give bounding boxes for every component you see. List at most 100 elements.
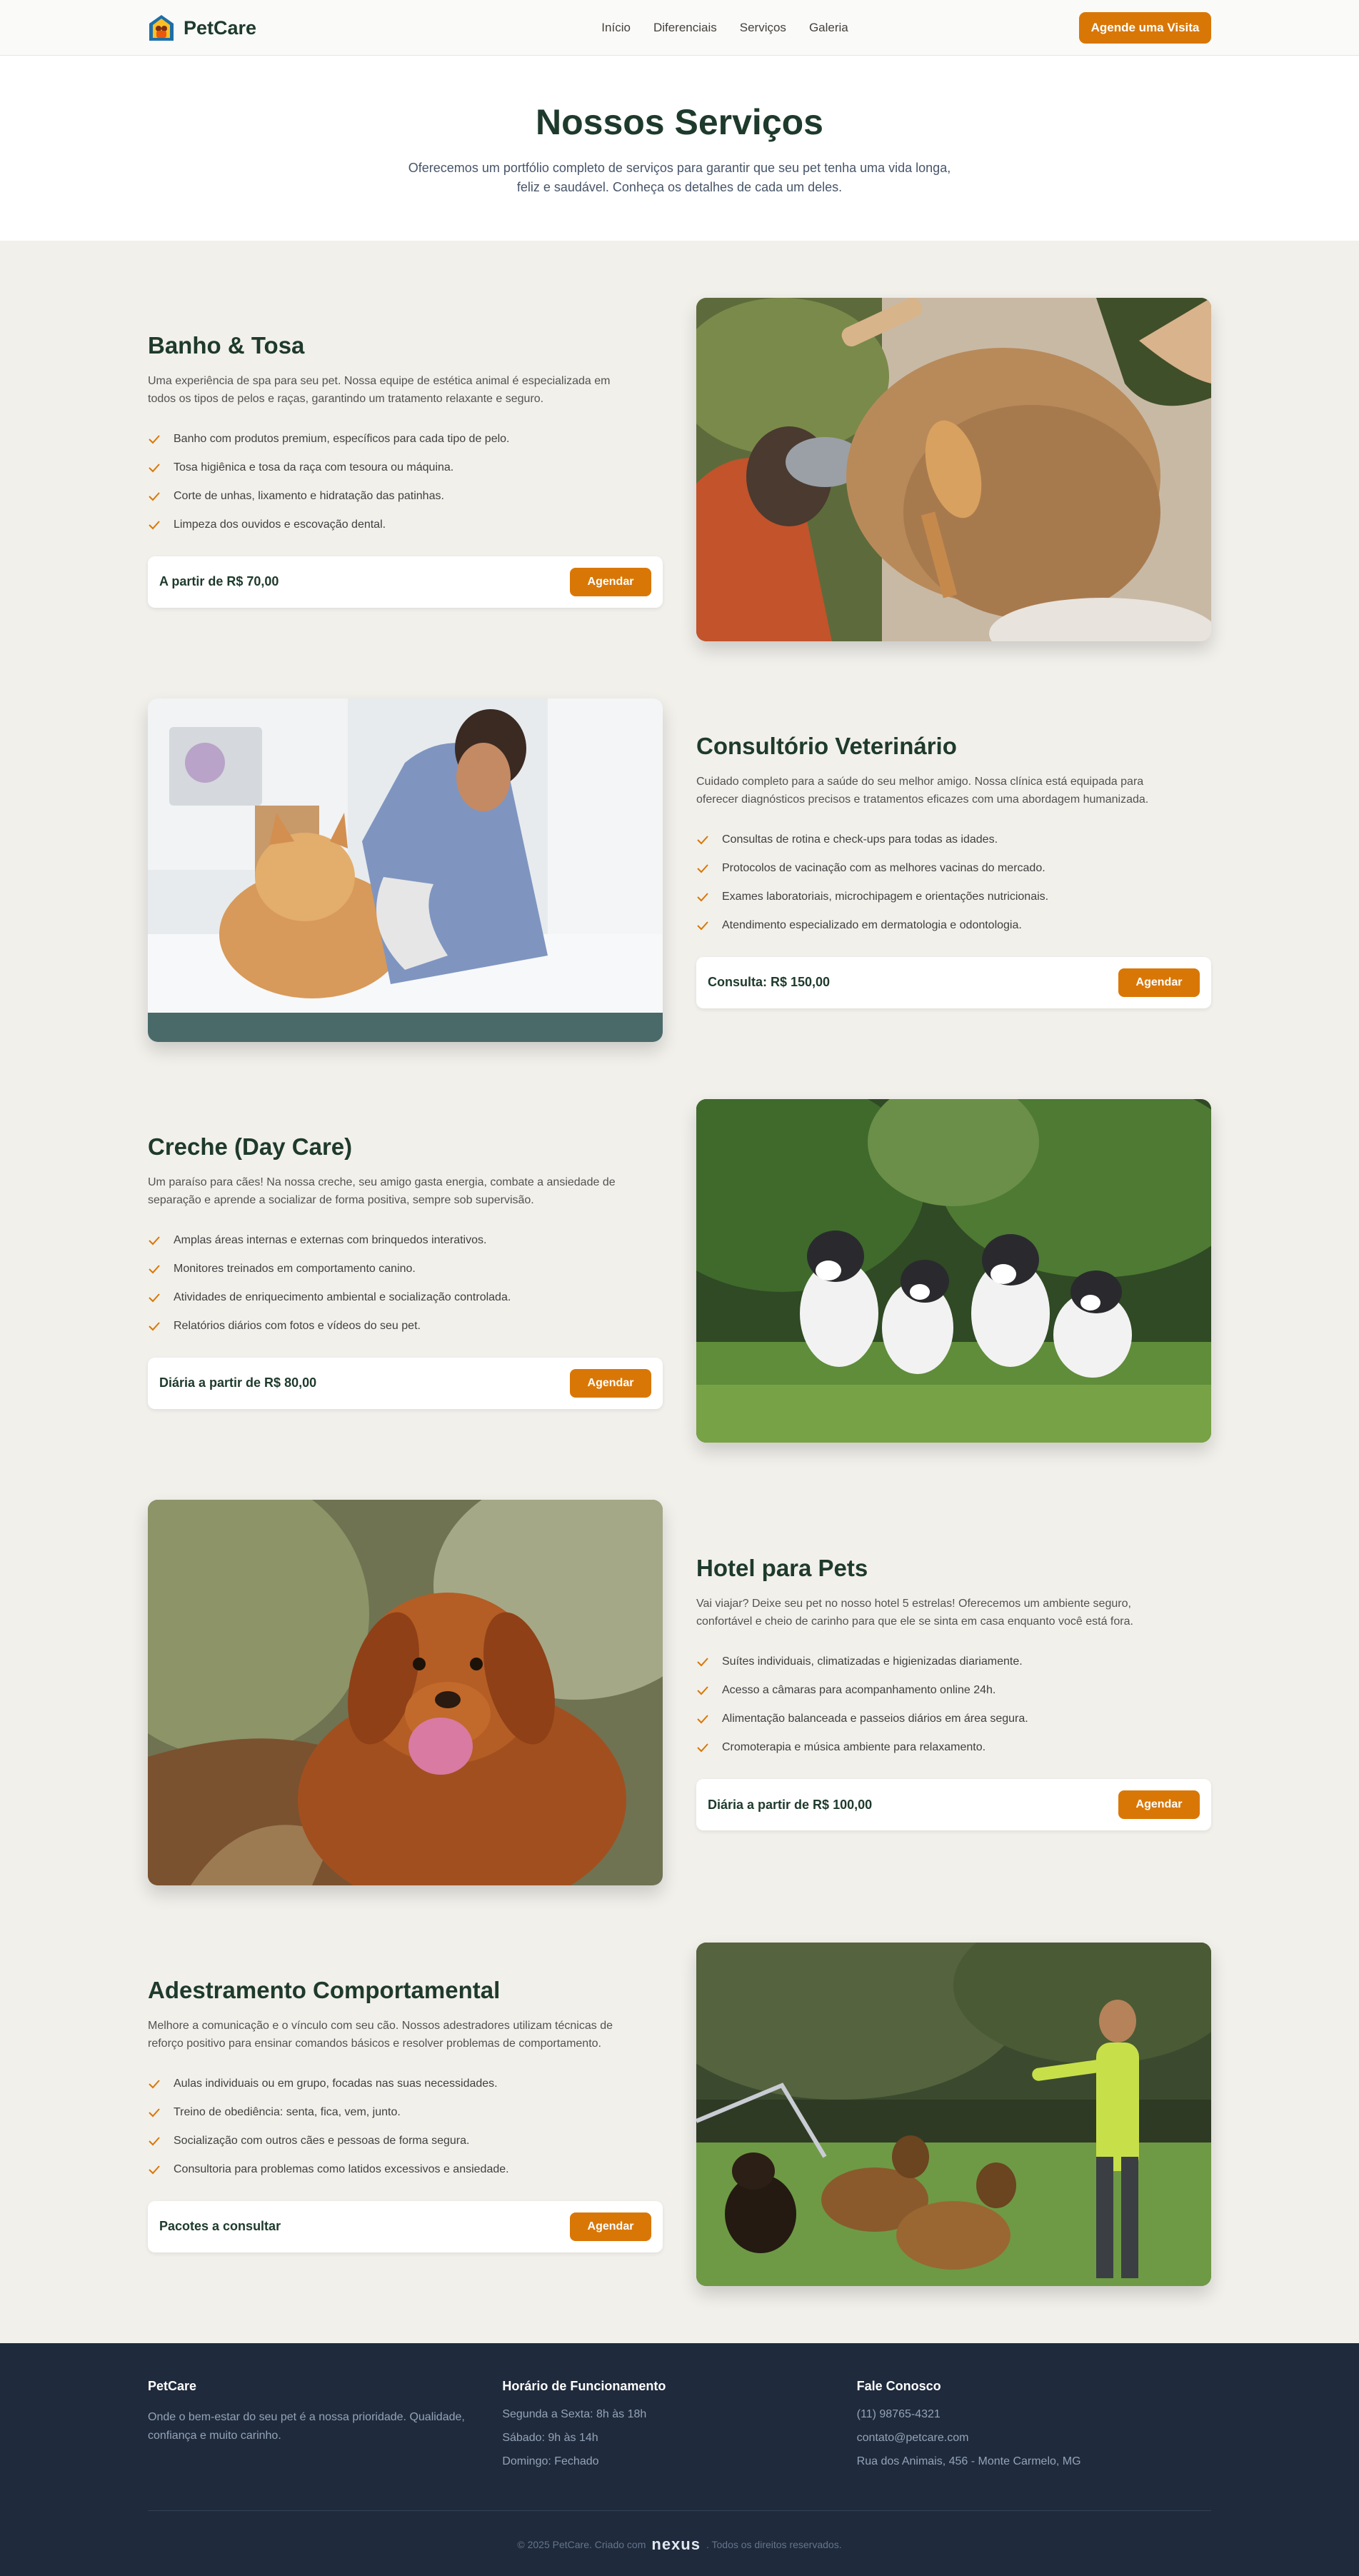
petcare-logo-icon [149, 15, 174, 41]
feature-item: Alimentação balanceada e passeios diário… [696, 1705, 1211, 1733]
footer-hours-title: Horário de Funcionamento [502, 2379, 666, 2393]
price-card: Diária a partir de R$ 100,00 Agendar [696, 1779, 1211, 1830]
feature-item: Consultoria para problemas como latidos … [148, 2155, 663, 2184]
footer-copyright: © 2025 PetCare. Criado com nexus . Todos… [148, 2510, 1211, 2554]
service-title: Creche (Day Care) [148, 1133, 353, 1160]
feature-item: Tosa higiênica e tosa da raça com tesour… [148, 453, 663, 482]
service-price: A partir de R$ 70,00 [159, 574, 279, 588]
check-icon [149, 2079, 160, 2088]
nav-diferenciais[interactable]: Diferenciais [653, 21, 717, 35]
service-hotel: Hotel para Pets Vai viajar? Deixe seu pe… [148, 1500, 1211, 1885]
service-title: Hotel para Pets [696, 1555, 868, 1581]
service-price: Diária a partir de R$ 100,00 [708, 1797, 873, 1812]
service-description: Uma experiência de spa para seu pet. Nos… [148, 374, 611, 405]
book-button[interactable]: Agendar [570, 2212, 651, 2241]
check-icon [149, 2136, 160, 2145]
service-text: Banho & Tosa Uma experiência de spa para… [148, 332, 663, 608]
service-consultorio-veterinario: Consultório Veterinário Cuidado completo… [148, 698, 1211, 1042]
check-icon [697, 1686, 708, 1695]
check-icon [149, 1264, 160, 1273]
nexus-logo[interactable]: nexus [651, 2535, 701, 2554]
feature-item: Limpeza dos ouvidos e escovação dental. [148, 511, 663, 539]
service-text: Hotel para Pets Vai viajar? Deixe seu pe… [696, 1555, 1211, 1830]
nav-galeria[interactable]: Galeria [809, 21, 848, 35]
feature-item: Exames laboratoriais, microchipagem e or… [696, 883, 1211, 911]
book-button[interactable]: Agendar [1118, 968, 1200, 997]
hours-sunday: Domingo: Fechado [502, 2455, 599, 2467]
service-image-training [696, 1943, 1211, 2286]
feature-item: Atividades de enriquecimento ambiental e… [148, 1283, 663, 1312]
service-feature-list: Suítes individuais, climatizadas e higie… [696, 1648, 1211, 1762]
footer-hours: Horário de Funcionamento Segunda a Sexta… [502, 2379, 856, 2479]
main-nav: Início Diferenciais Serviços Galeria [601, 21, 848, 35]
service-feature-list: Aulas individuais ou em grupo, focadas n… [148, 2070, 663, 2184]
page-subtitle: Oferecemos um portfólio completo de serv… [408, 161, 951, 194]
feature-item: Protocolos de vacinação com as melhores … [696, 854, 1211, 883]
check-icon [697, 921, 708, 930]
feature-item: Consultas de rotina e check-ups para tod… [696, 826, 1211, 854]
check-icon [149, 463, 160, 472]
footer-brand: PetCare [148, 2379, 197, 2393]
feature-item: Cromoterapia e música ambiente para rela… [696, 1733, 1211, 1762]
footer-about: PetCare Onde o bem-estar do seu pet é a … [148, 2379, 502, 2479]
check-icon [697, 835, 708, 844]
feature-item: Treino de obediência: senta, fica, vem, … [148, 2098, 663, 2127]
service-creche: Creche (Day Care) Um paraíso para cães! … [148, 1099, 1211, 1443]
nav-servicos[interactable]: Serviços [740, 21, 786, 35]
check-icon [697, 1743, 708, 1753]
price-card: Pacotes a consultar Agendar [148, 2200, 663, 2252]
brand-name: PetCare [184, 16, 257, 39]
contact-phone[interactable]: (11) 98765-4321 [857, 2408, 1211, 2432]
service-image-grooming [696, 298, 1211, 641]
check-icon [697, 1715, 708, 1724]
service-description: Vai viajar? Deixe seu pet no nosso hotel… [696, 1598, 1133, 1628]
feature-item: Socialização com outros cães e pessoas d… [148, 2127, 663, 2155]
copyright-prefix: © 2025 PetCare. Criado com [517, 2539, 646, 2550]
service-feature-list: Consultas de rotina e check-ups para tod… [696, 826, 1211, 940]
feature-item: Acesso a câmaras para acompanhamento onl… [696, 1676, 1211, 1705]
service-image-daycare [696, 1099, 1211, 1443]
check-icon [149, 491, 160, 501]
feature-item: Aulas individuais ou em grupo, focadas n… [148, 2070, 663, 2098]
service-description: Melhore a comunicação e o vínculo com se… [148, 2019, 613, 2050]
service-text: Consultório Veterinário Cuidado completo… [696, 733, 1211, 1008]
site-header: PetCare Início Diferenciais Serviços Gal… [0, 0, 1359, 56]
footer-contact: Fale Conosco (11) 98765-4321 contato@pet… [857, 2379, 1211, 2479]
copyright-suffix: . Todos os direitos reservados. [706, 2539, 842, 2550]
check-icon [149, 1293, 160, 1302]
check-icon [149, 1236, 160, 1245]
feature-item: Amplas áreas internas e externas com bri… [148, 1226, 663, 1255]
service-text: Creche (Day Care) Um paraíso para cães! … [148, 1133, 663, 1409]
site-footer: PetCare Onde o bem-estar do seu pet é a … [0, 2343, 1359, 2576]
check-icon [149, 2108, 160, 2117]
feature-item: Monitores treinados em comportamento can… [148, 1255, 663, 1283]
schedule-visit-button[interactable]: Agende uma Visita [1078, 12, 1211, 44]
service-description: Cuidado completo para a saúde do seu mel… [696, 775, 1149, 806]
hours-weekdays: Segunda a Sexta: 8h às 18h [502, 2408, 647, 2420]
check-icon [697, 863, 708, 873]
check-icon [149, 2165, 160, 2174]
service-title: Banho & Tosa [148, 331, 305, 359]
price-card: Consulta: R$ 150,00 Agendar [696, 956, 1211, 1008]
service-description: Um paraíso para cães! Na nossa creche, s… [148, 1176, 616, 1206]
brand-logo[interactable]: PetCare [148, 14, 256, 42]
footer-about-text: Onde o bem-estar do seu pet é a nossa pr… [148, 2411, 465, 2442]
service-feature-list: Amplas áreas internas e externas com bri… [148, 1226, 663, 1340]
book-button[interactable]: Agendar [570, 567, 651, 596]
nav-inicio[interactable]: Início [601, 21, 631, 35]
book-button[interactable]: Agendar [570, 1368, 651, 1398]
page-title: Nossos Serviços [536, 102, 823, 142]
service-text: Adestramento Comportamental Melhore a co… [148, 1977, 663, 2252]
service-adestramento: Adestramento Comportamental Melhore a co… [148, 1943, 1211, 2286]
check-icon [149, 1321, 160, 1330]
feature-item: Atendimento especializado em dermatologi… [696, 911, 1211, 940]
feature-item: Relatórios diários com fotos e vídeos do… [148, 1312, 663, 1340]
feature-item: Suítes individuais, climatizadas e higie… [696, 1648, 1211, 1676]
contact-address: Rua dos Animais, 456 - Monte Carmelo, MG [856, 2455, 1081, 2467]
check-icon [697, 1658, 708, 1667]
feature-item: Corte de unhas, lixamento e hidratação d… [148, 482, 663, 511]
service-image-vet [148, 698, 663, 1042]
check-icon [697, 892, 708, 901]
contact-email[interactable]: contato@petcare.com [857, 2432, 1211, 2455]
book-button[interactable]: Agendar [1118, 1790, 1200, 1819]
